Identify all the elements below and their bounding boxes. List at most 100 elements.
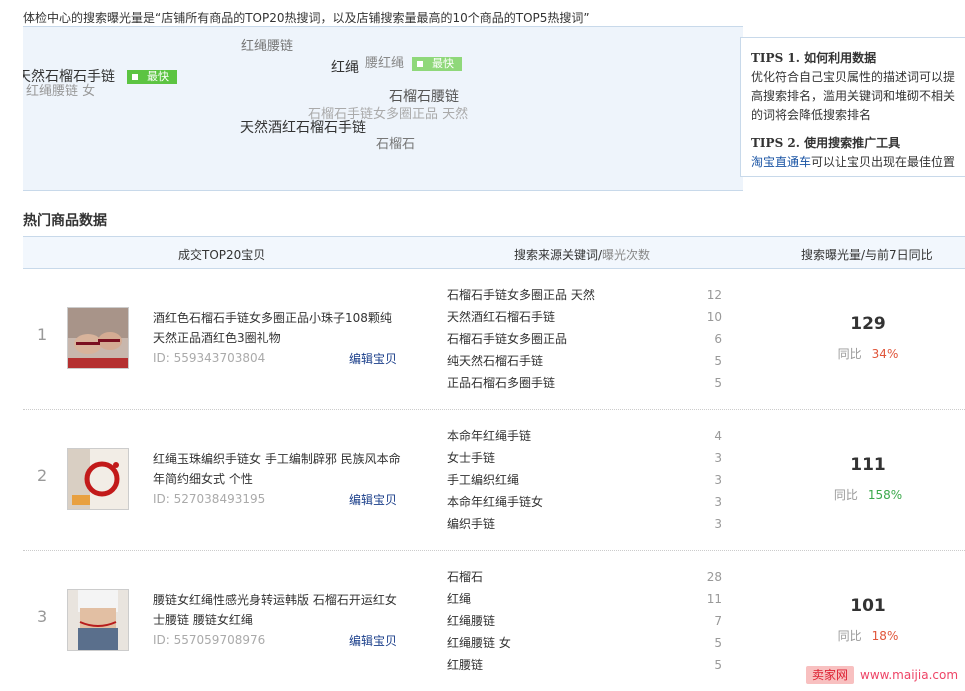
cloud-word[interactable]: 腰红绳	[365, 56, 404, 72]
search-volume: 129	[850, 314, 886, 334]
keyword-text: 纯天然石榴石手链	[447, 354, 544, 368]
keyword-count: 5	[714, 658, 722, 672]
product-title[interactable]: 酒红色石榴石手链女多圈正品小珠子108颗纯天然正品酒红色3圈礼物	[153, 308, 403, 348]
watermark: 卖家网 www.maijia.com	[806, 666, 959, 684]
keyword-text: 天然酒红石榴石手链	[447, 310, 556, 324]
table-row: 1 酒红色石榴石手链女多圈正品小珠子108颗纯天然正品酒红色3圈礼物 ID: 5…	[23, 268, 965, 410]
rank-number: 2	[37, 466, 48, 485]
keyword-item: 红绳腰链 7	[447, 610, 722, 632]
keyword-text: 红绳腰链	[447, 614, 496, 628]
search-volume: 111	[850, 455, 886, 475]
keyword-text: 本命年红绳手链女	[447, 495, 544, 509]
yoy-percent: 158%	[867, 488, 903, 502]
product-image	[68, 449, 128, 509]
tips2-body: 可以让宝贝出现在最佳位置	[811, 155, 956, 169]
keyword-count: 10	[706, 310, 722, 324]
cloud-word[interactable]: 天然石榴石手链	[23, 69, 115, 85]
yoy-percent: 18%	[871, 629, 899, 643]
keyword-text: 石榴石	[447, 570, 484, 584]
product-image	[68, 590, 128, 650]
keyword-item: 石榴石手链女多圈正品 6	[447, 328, 722, 350]
yoy-change: 同比 158%	[823, 486, 913, 503]
keyword-item: 天然酒红石榴石手链 10	[447, 306, 722, 328]
keyword-item: 红腰链 5	[447, 654, 722, 676]
keyword-count: 3	[714, 473, 722, 487]
keyword-text: 石榴石手链女多圈正品	[447, 332, 568, 346]
keyword-count: 4	[714, 429, 722, 443]
keyword-count: 7	[714, 614, 722, 628]
yoy-label: 同比	[837, 629, 862, 643]
header-keywords-label: 搜索来源关键词/	[514, 248, 603, 262]
keyword-list: 本命年红绳手链 4 女士手链 3 手工编织红绳 3 本命年红绳手链女 3 编织手链 3	[447, 425, 722, 535]
rank-number: 3	[37, 607, 48, 626]
keyword-list: 石榴石手链女多圈正品 天然 12 天然酒红石榴石手链 10 石榴石手链女多圈正品 6 …	[447, 284, 722, 394]
keyword-text: 本命年红绳手链	[447, 429, 532, 443]
cloud-word[interactable]: 天然酒红石榴石手链	[240, 120, 366, 136]
product-thumbnail[interactable]	[67, 307, 129, 369]
keyword-count: 12	[706, 288, 722, 302]
keyword-item: 手工编织红绳 3	[447, 469, 722, 491]
product-thumbnail[interactable]	[67, 589, 129, 651]
edit-item-link[interactable]: 编辑宝贝	[349, 491, 397, 508]
header-volume: 搜索曝光量/与前7日同比	[801, 248, 933, 262]
table-row: 2 红绳玉珠编织手链女 手工编制辟邪 民族风本命年简约细女式 个性 ID: 52…	[23, 409, 965, 551]
tips1-body: 优化符合自己宝贝属性的描述词可以提高搜索排名，滥用关键词和堆砌不相关的词将会降低…	[751, 70, 956, 122]
keyword-item: 编织手链 3	[447, 513, 722, 535]
keyword-text: 红绳腰链 女	[447, 636, 511, 650]
rank-number: 1	[37, 325, 48, 344]
cloud-word[interactable]: 红绳腰链 女	[26, 84, 95, 100]
keyword-item: 红绳腰链 女 5	[447, 632, 722, 654]
watermark-url: www.maijia.com	[860, 668, 959, 682]
header-keywords: 搜索来源关键词/曝光次数	[514, 246, 650, 263]
product-id: ID: 557059708976	[153, 633, 266, 647]
fastest-badge: 最快	[127, 70, 177, 84]
keyword-count: 28	[706, 570, 722, 584]
keyword-item: 本命年红绳手链女 3	[447, 491, 722, 513]
product-image	[68, 308, 128, 368]
keyword-text: 红绳	[447, 592, 472, 606]
cloud-word[interactable]: 红绳腰链	[241, 39, 293, 55]
yoy-label: 同比	[837, 347, 862, 361]
keyword-count: 5	[714, 636, 722, 650]
keyword-text: 石榴石手链女多圈正品 天然	[447, 288, 595, 302]
header-exposure-label: 曝光次数	[602, 248, 651, 262]
cloud-word[interactable]: 红绳	[331, 60, 359, 76]
keyword-text: 正品石榴石多圈手链	[447, 376, 556, 390]
keyword-text: 编织手链	[447, 517, 496, 531]
keyword-count: 5	[714, 376, 722, 390]
yoy-change: 同比 18%	[823, 627, 913, 644]
keyword-item: 石榴石手链女多圈正品 天然 12	[447, 284, 722, 306]
keyword-cloud: 红绳腰链 天然石榴石手链 最快 红绳腰链 女 红绳 腰红绳 最快 石榴石腰链 石…	[23, 26, 743, 191]
keyword-list: 石榴石 28 红绳 11 红绳腰链 7 红绳腰链 女 5 红腰链 5	[447, 566, 722, 676]
keyword-count: 3	[714, 495, 722, 509]
keyword-text: 手工编织红绳	[447, 473, 520, 487]
zhitongche-link[interactable]: 淘宝直通车	[751, 155, 811, 169]
table-header: 成交TOP20宝贝 搜索来源关键词/曝光次数 搜索曝光量/与前7日同比	[23, 236, 965, 269]
keyword-count: 3	[714, 517, 722, 531]
keyword-item: 本命年红绳手链 4	[447, 425, 722, 447]
search-volume: 101	[850, 596, 886, 616]
keyword-count: 11	[706, 592, 722, 606]
tips2-title: TIPS 2. 使用搜索推广工具	[751, 136, 901, 150]
product-id: ID: 559343703804	[153, 351, 266, 365]
cloud-word[interactable]: 石榴石	[376, 137, 415, 153]
product-title[interactable]: 红绳玉珠编织手链女 手工编制辟邪 民族风本命年简约细女式 个性	[153, 449, 403, 489]
watermark-logo: 卖家网	[806, 666, 855, 684]
keyword-item: 石榴石 28	[447, 566, 722, 588]
keyword-item: 纯天然石榴石手链 5	[447, 350, 722, 372]
edit-item-link[interactable]: 编辑宝贝	[349, 350, 397, 367]
keyword-item: 女士手链 3	[447, 447, 722, 469]
keyword-item: 正品石榴石多圈手链 5	[447, 372, 722, 394]
header-top-items: 成交TOP20宝贝	[178, 248, 266, 262]
tips-panel: TIPS 1. 如何利用数据 优化符合自己宝贝属性的描述词可以提高搜索排名，滥用…	[740, 37, 965, 177]
keyword-text: 红腰链	[447, 658, 484, 672]
cloud-word[interactable]: 石榴石腰链	[389, 89, 459, 105]
product-title[interactable]: 腰链女红绳性感光身转运韩版 石榴石开运红女士腰链 腰链女红绳	[153, 590, 403, 630]
section-title: 热门商品数据	[23, 213, 107, 229]
product-id: ID: 527038493195	[153, 492, 266, 506]
keyword-text: 女士手链	[447, 451, 496, 465]
keyword-count: 5	[714, 354, 722, 368]
edit-item-link[interactable]: 编辑宝贝	[349, 632, 397, 649]
product-thumbnail[interactable]	[67, 448, 129, 510]
tips1-title: TIPS 1. 如何利用数据	[751, 51, 877, 65]
